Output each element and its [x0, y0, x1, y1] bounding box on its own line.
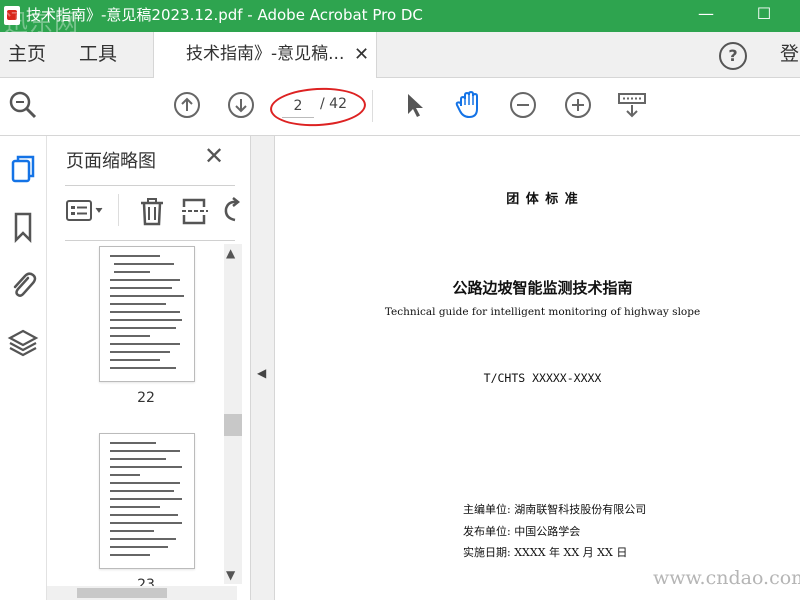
search-icon[interactable]: [8, 90, 38, 120]
sign-in-button[interactable]: 登: [780, 32, 799, 77]
menu-home[interactable]: 主页: [8, 32, 46, 77]
maximize-button[interactable]: ☐: [746, 0, 782, 32]
rotate-page-icon[interactable]: [221, 196, 241, 226]
panel-title: 页面缩略图: [66, 151, 156, 172]
doc-title-en: Technical guide for intelligent monitori…: [384, 306, 701, 318]
title-bar: 迅东网 技术指南》-意见稿2023.12.pdf - Adobe Acrobat…: [0, 0, 800, 37]
attachments-icon[interactable]: [6, 268, 40, 302]
doc-standard-number: T/CHTS XXXXX-XXXX: [483, 371, 602, 385]
document-page: 团 体 标 准 公路边坡智能监测技术指南 Technical guide for…: [275, 136, 800, 600]
toolbar-divider: [372, 90, 373, 122]
scroll-down-icon[interactable]: ▼: [226, 568, 235, 582]
next-page-icon[interactable]: [226, 90, 256, 120]
panel-divider: [65, 185, 235, 186]
toolbar: / 42: [0, 78, 800, 136]
window-title: 技术指南》-意见稿2023.12.pdf - Adobe Acrobat Pro…: [26, 6, 423, 24]
page-thumbnail-22[interactable]: [99, 246, 195, 382]
previous-page-icon[interactable]: [172, 90, 202, 120]
page-thumbnails-icon[interactable]: [6, 152, 40, 186]
collapse-arrow-icon[interactable]: ◀: [257, 366, 266, 380]
help-icon[interactable]: ?: [719, 42, 747, 70]
horizontal-scrollbar-thumb[interactable]: [77, 588, 167, 598]
doc-publisher: 发布单位: 中国公路学会: [463, 525, 581, 538]
scroll-up-icon[interactable]: ▲: [226, 246, 235, 260]
select-arrow-icon[interactable]: [400, 90, 430, 120]
doc-title-cn: 公路边坡智能监测技术指南: [452, 279, 633, 297]
site-watermark: www.cndao.com: [653, 567, 800, 589]
zoom-out-icon[interactable]: [508, 90, 538, 120]
panel-collapse-strip[interactable]: ◀: [251, 136, 275, 600]
document-tab-label: 技术指南》-意见稿...: [186, 44, 345, 64]
hand-tool-icon[interactable]: [453, 90, 483, 120]
thumbnails-panel: 页面缩略图 ✕ 22 23 ▲ ▼: [47, 136, 251, 600]
bookmarks-icon[interactable]: [6, 210, 40, 244]
scroll-mode-icon[interactable]: [617, 90, 647, 120]
menu-bar: 主页 工具 登: [0, 32, 800, 78]
layers-icon[interactable]: [6, 326, 40, 360]
red-annotation-ellipse: [269, 85, 367, 129]
thumbnail-options-icon[interactable]: [65, 196, 109, 226]
doc-category: 团 体 标 准: [506, 192, 579, 207]
scrollbar-thumb[interactable]: [224, 414, 242, 436]
delete-page-icon[interactable]: [137, 196, 167, 226]
minimize-button[interactable]: —: [688, 0, 724, 32]
extract-page-icon[interactable]: [180, 196, 210, 226]
thumbnail-page-number: 22: [137, 390, 155, 406]
menu-tools[interactable]: 工具: [79, 32, 117, 77]
left-nav-rail: [0, 136, 47, 600]
doc-effective-date: 实施日期: XXXX 年 XX 月 XX 日: [463, 546, 628, 559]
document-tab[interactable]: 技术指南》-意见稿... ✕: [153, 32, 377, 78]
page-thumbnail-23[interactable]: [99, 433, 195, 569]
doc-editor: 主编单位: 湖南联智科技股份有限公司: [463, 503, 647, 516]
panel-close-icon[interactable]: ✕: [204, 142, 224, 170]
document-tab-close-icon[interactable]: ✕: [354, 32, 369, 77]
panel-divider: [65, 240, 235, 241]
zoom-in-icon[interactable]: [563, 90, 593, 120]
panel-tools-divider: [118, 194, 119, 226]
